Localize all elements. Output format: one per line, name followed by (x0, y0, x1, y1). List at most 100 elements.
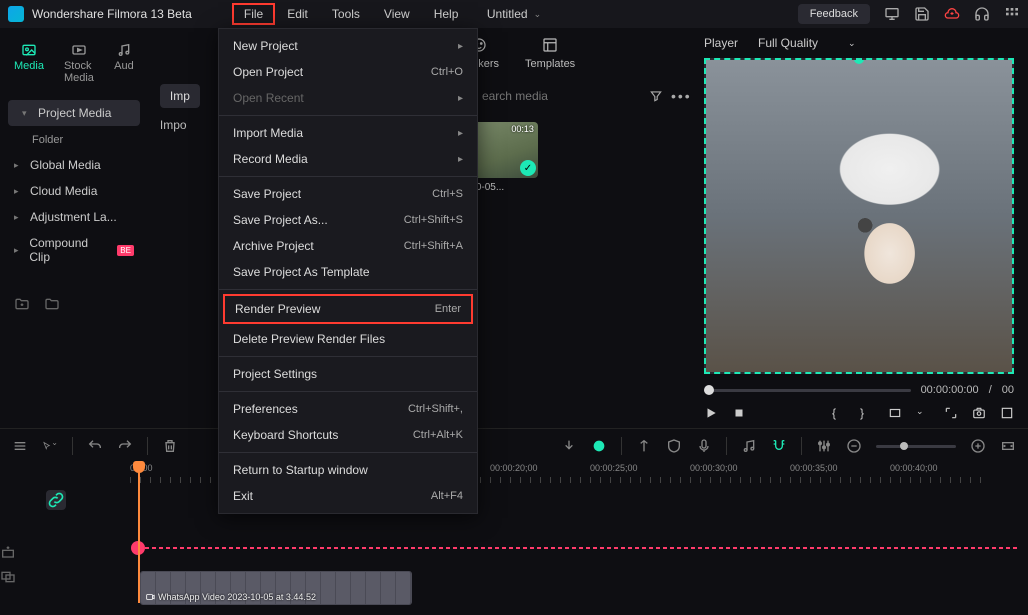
sidebar-item-global-media[interactable]: ▸Global Media (0, 152, 148, 178)
hamburger-icon[interactable] (12, 438, 28, 454)
zoom-in-icon[interactable] (970, 438, 986, 454)
media-tab-stock-media[interactable]: Stock Media (54, 36, 104, 90)
titlebar: Wondershare Filmora 13 Beta FileEditTool… (0, 0, 1028, 28)
sidebar-item-project-media[interactable]: ▾ Project Media (8, 100, 140, 126)
sidebar-item-compound-clip[interactable]: ▸Compound ClipBE (0, 230, 148, 270)
template-icon (539, 36, 561, 54)
playhead[interactable] (138, 463, 140, 603)
search-input[interactable] (478, 85, 641, 107)
zoom-slider[interactable] (876, 445, 956, 448)
menu-help[interactable]: Help (422, 3, 471, 25)
menu-item-return-to-startup-window[interactable]: Return to Startup window (219, 457, 477, 483)
headphones-icon[interactable] (974, 6, 990, 22)
media-tab-aud[interactable]: Aud (104, 36, 144, 90)
save-icon[interactable] (914, 6, 930, 22)
sidebar-bottom-tools (0, 288, 148, 320)
play-icon[interactable] (704, 406, 718, 420)
fullscreen-icon[interactable] (1000, 406, 1014, 420)
filter-icon[interactable] (649, 89, 663, 103)
mic-icon[interactable] (696, 438, 712, 454)
add-track-icon[interactable] (0, 545, 16, 561)
menu-edit[interactable]: Edit (275, 3, 320, 25)
scrubber-track[interactable] (704, 389, 911, 392)
import-label: Impo (160, 118, 180, 193)
menu-tools[interactable]: Tools (320, 3, 372, 25)
menu-item-record-media[interactable]: Record Media▸ (219, 146, 477, 172)
cloud-upload-icon[interactable] (944, 6, 960, 22)
grid-icon[interactable] (1004, 6, 1020, 22)
menu-item-save-project-as-template[interactable]: Save Project As Template (219, 259, 477, 285)
menu-item-archive-project[interactable]: Archive ProjectCtrl+Shift+A (219, 233, 477, 259)
music-icon[interactable] (741, 438, 757, 454)
ai-icon[interactable] (591, 438, 607, 454)
video-clip[interactable]: WhatsApp Video 2023-10-05 at 3.44.52 (140, 571, 412, 605)
player-panel: Player Full Quality ⌄ 00:00:00:00 / 00 {… (690, 28, 1028, 428)
menu-separator (219, 356, 477, 357)
chevron-right-icon: ▸ (14, 245, 21, 256)
media-tab-media[interactable]: Media (4, 36, 54, 90)
shortcut-text: Ctrl+Shift+, (408, 403, 463, 415)
menu-item-render-preview[interactable]: Render PreviewEnter (223, 294, 473, 324)
snapshot-icon[interactable] (972, 406, 986, 420)
redo-icon[interactable] (117, 438, 133, 454)
menu-item-preferences[interactable]: PreferencesCtrl+Shift+, (219, 396, 477, 422)
menu-item-open-project[interactable]: Open ProjectCtrl+O (219, 59, 477, 85)
player-header: Player Full Quality ⌄ (704, 36, 1014, 58)
time-total: 00 (1002, 384, 1014, 396)
player-scrubber[interactable]: 00:00:00:00 / 00 (704, 374, 1014, 402)
sidebar: MediaStock MediaAud ▾ Project Media Fold… (0, 28, 148, 428)
zoom-fit-icon[interactable] (1000, 438, 1016, 454)
menu-item-save-project-as---[interactable]: Save Project As...Ctrl+Shift+S (219, 207, 477, 233)
brace-open-icon[interactable]: { (832, 406, 846, 420)
new-folder-icon[interactable] (14, 296, 30, 312)
tab-icon (114, 42, 134, 58)
menu-view[interactable]: View (372, 3, 422, 25)
brace-close-icon[interactable]: } (860, 406, 874, 420)
import-button[interactable]: Imp (160, 84, 200, 108)
feedback-button[interactable]: Feedback (798, 4, 870, 24)
timeline-ruler[interactable]: 00:0000:00:20;0000:00:25;0000:00:30;0000… (0, 463, 1028, 485)
sidebar-label: Project Media (38, 106, 111, 120)
sidebar-item-folder[interactable]: Folder (0, 128, 148, 152)
monitor-icon[interactable] (884, 6, 900, 22)
more-icon[interactable]: ••• (671, 88, 692, 104)
folder-icon[interactable] (44, 296, 60, 312)
tab-templates[interactable]: Templates (525, 36, 575, 70)
menu-item-project-settings[interactable]: Project Settings (219, 361, 477, 387)
time-sep: / (989, 384, 992, 396)
sidebar-item-cloud-media[interactable]: ▸Cloud Media (0, 178, 148, 204)
menu-item-save-project[interactable]: Save ProjectCtrl+S (219, 181, 477, 207)
zoom-thumb[interactable] (900, 442, 908, 450)
shield-icon[interactable] (666, 438, 682, 454)
expand-icon[interactable] (944, 406, 958, 420)
ruler-mark: 00:00:25;00 (590, 463, 690, 485)
menu-item-exit[interactable]: ExitAlt+F4 (219, 483, 477, 509)
preview-canvas[interactable] (704, 58, 1014, 374)
cursor-icon[interactable]: ⌄ (42, 438, 58, 454)
chevron-down-icon[interactable]: ⌄ (916, 406, 930, 420)
menu-file[interactable]: File (232, 3, 275, 25)
zoom-out-icon[interactable] (846, 438, 862, 454)
link-icon[interactable] (46, 490, 66, 510)
menu-item-open-recent: Open Recent▸ (219, 85, 477, 111)
undo-icon[interactable] (87, 438, 103, 454)
delete-icon[interactable] (162, 438, 178, 454)
marker-down-icon[interactable] (561, 438, 577, 454)
overlap-icon[interactable] (0, 569, 16, 585)
menu-separator (219, 289, 477, 290)
menu-item-import-media[interactable]: Import Media▸ (219, 120, 477, 146)
mark-icon[interactable] (636, 438, 652, 454)
menu-item-delete-preview-render-files[interactable]: Delete Preview Render Files (219, 326, 477, 352)
mixer-icon[interactable] (816, 438, 832, 454)
track-controls (0, 545, 16, 585)
scrubber-thumb[interactable] (704, 385, 714, 395)
quality-selector[interactable]: Full Quality ⌄ (758, 36, 856, 50)
menu-item-keyboard-shortcuts[interactable]: Keyboard ShortcutsCtrl+Alt+K (219, 422, 477, 448)
ratio-icon[interactable] (888, 406, 902, 420)
document-title[interactable]: Untitled ⌄ (487, 7, 541, 21)
sidebar-item-adjustment-la---[interactable]: ▸Adjustment La... (0, 204, 148, 230)
menu-item-new-project[interactable]: New Project▸ (219, 33, 477, 59)
stop-icon[interactable] (732, 406, 746, 420)
submenu-arrow-icon: ▸ (458, 128, 463, 139)
magnet-icon[interactable] (771, 438, 787, 454)
